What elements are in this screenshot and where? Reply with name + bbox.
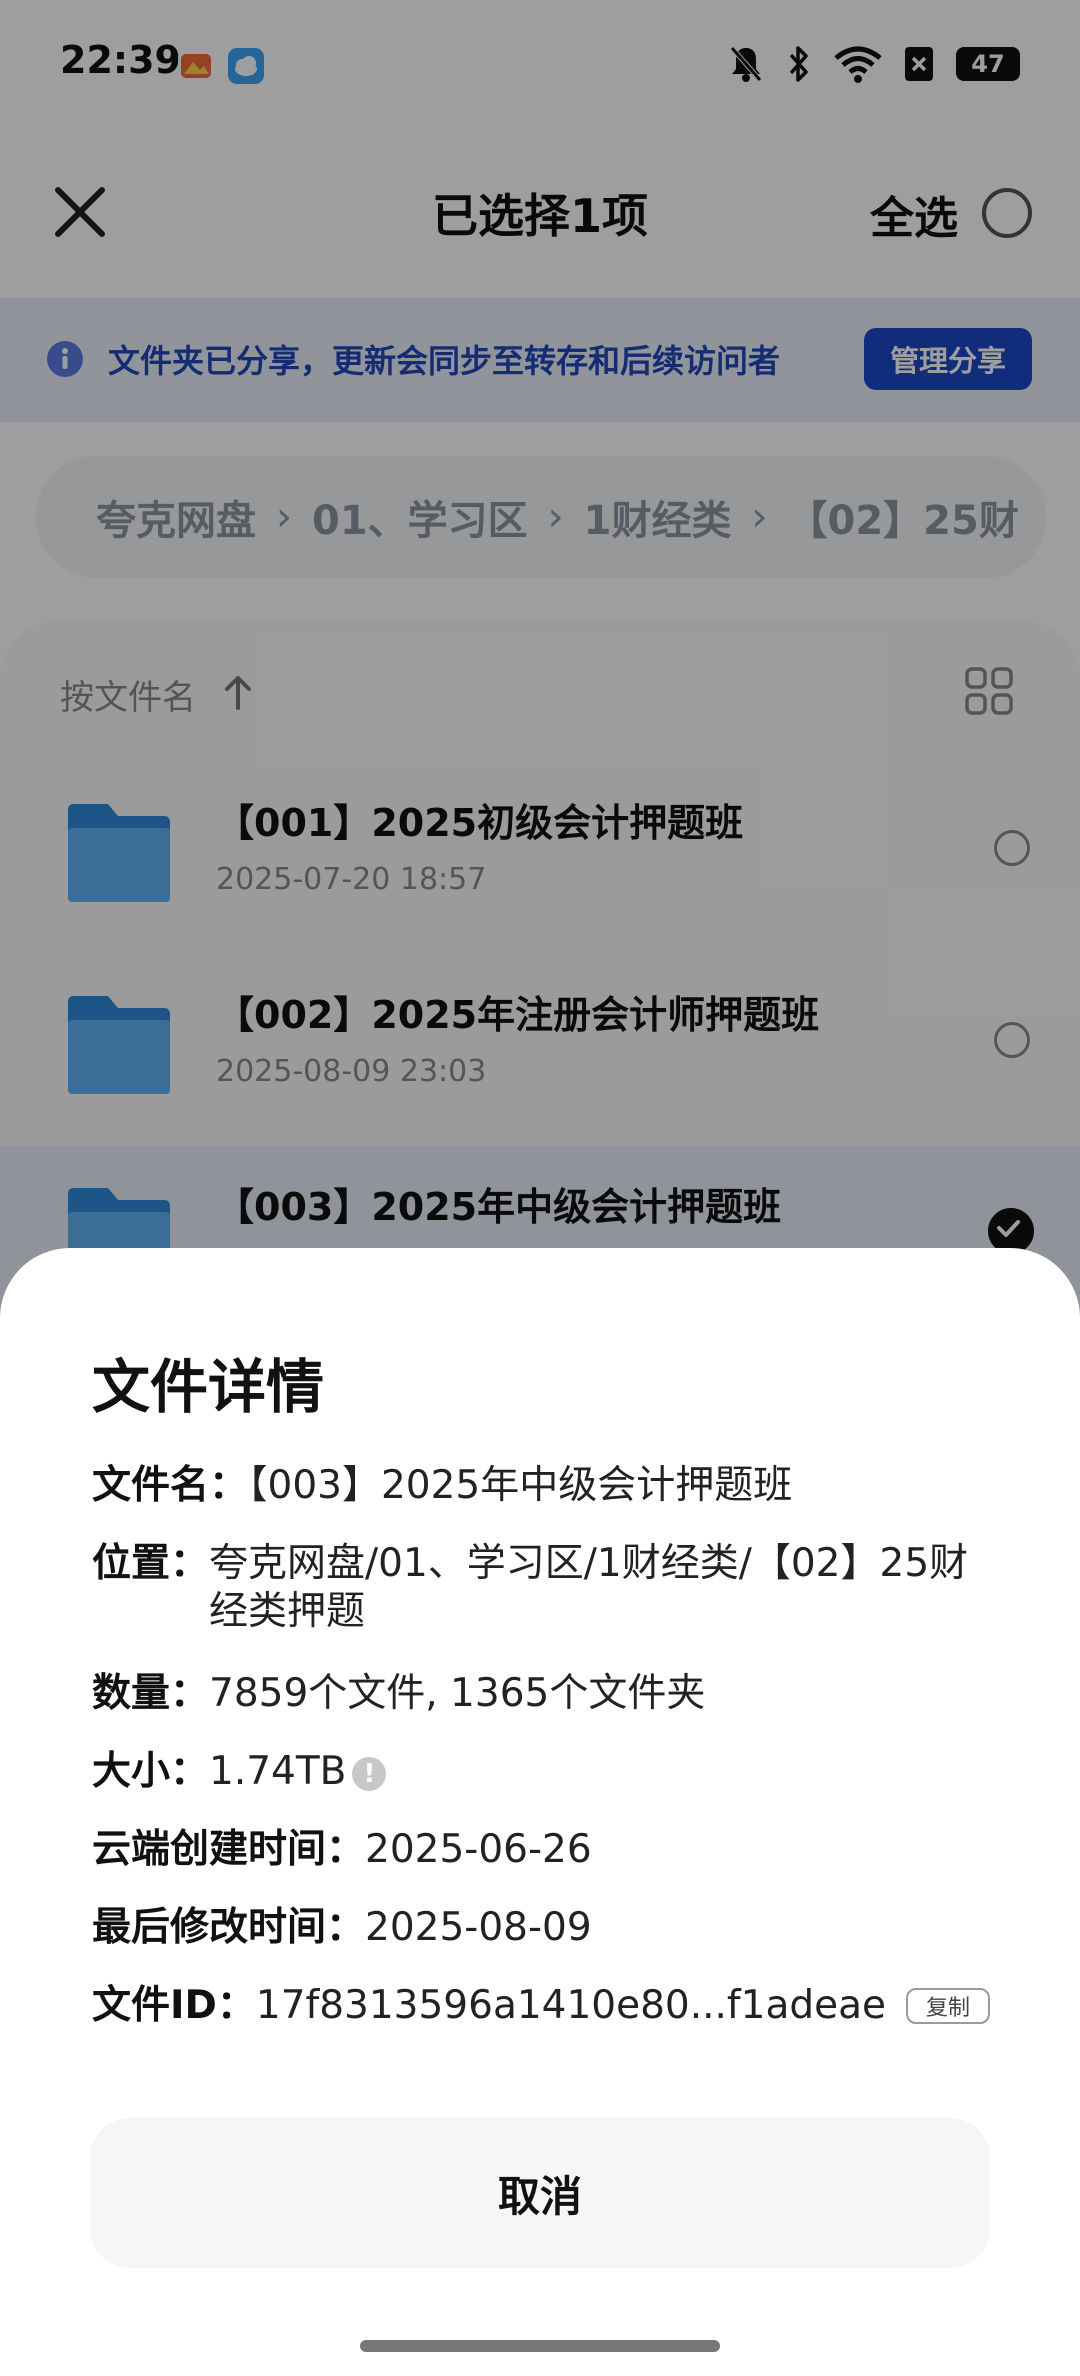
detail-created: 云端创建时间：2025-06-26 — [92, 1826, 992, 1874]
detail-location: 位置： 夸克网盘/01、学习区/1财经类/【02】25财经类押题 — [92, 1540, 992, 1636]
location-value: 夸克网盘/01、学习区/1财经类/【02】25财经类押题 — [209, 1541, 969, 1634]
detail-count: 数量：7859个文件, 1365个文件夹 — [92, 1670, 992, 1718]
created-label: 云端创建时间： — [92, 1827, 366, 1872]
file-id-label: 文件ID： — [92, 1983, 256, 2028]
location-label: 位置： — [92, 1541, 210, 1586]
created-value: 2025-06-26 — [365, 1827, 592, 1872]
detail-filename: 文件名：【003】2025年中级会计押题班 — [92, 1462, 992, 1510]
sheet-title: 文件详情 — [92, 1353, 325, 1421]
modified-label: 最后修改时间： — [92, 1905, 366, 1950]
cancel-button[interactable]: 取消 — [90, 2118, 990, 2268]
copy-button[interactable]: 复制 — [906, 1988, 990, 2024]
count-label: 数量： — [92, 1671, 210, 1716]
home-indicator[interactable] — [360, 2340, 720, 2352]
detail-file-id: 文件ID：17f8313596a1410e80...f1adeae — [92, 1982, 992, 2030]
size-value: 1.74TB — [209, 1749, 347, 1794]
detail-size: 大小：1.74TB! — [92, 1748, 992, 1796]
file-id-value: 17f8313596a1410e80...f1adeae — [255, 1983, 886, 2028]
size-label: 大小： — [92, 1749, 210, 1794]
detail-modified: 最后修改时间：2025-08-09 — [92, 1904, 992, 1952]
alert-icon[interactable]: ! — [352, 1756, 387, 1791]
count-value: 7859个文件, 1365个文件夹 — [209, 1671, 706, 1716]
modified-value: 2025-08-09 — [365, 1905, 592, 1950]
filename-label: 文件名： — [92, 1463, 249, 1508]
filename-value: 【003】2025年中级会计押题班 — [248, 1463, 793, 1508]
file-details-sheet: 文件详情 文件名：【003】2025年中级会计押题班 位置： 夸克网盘/01、学习… — [0, 1248, 1080, 2376]
